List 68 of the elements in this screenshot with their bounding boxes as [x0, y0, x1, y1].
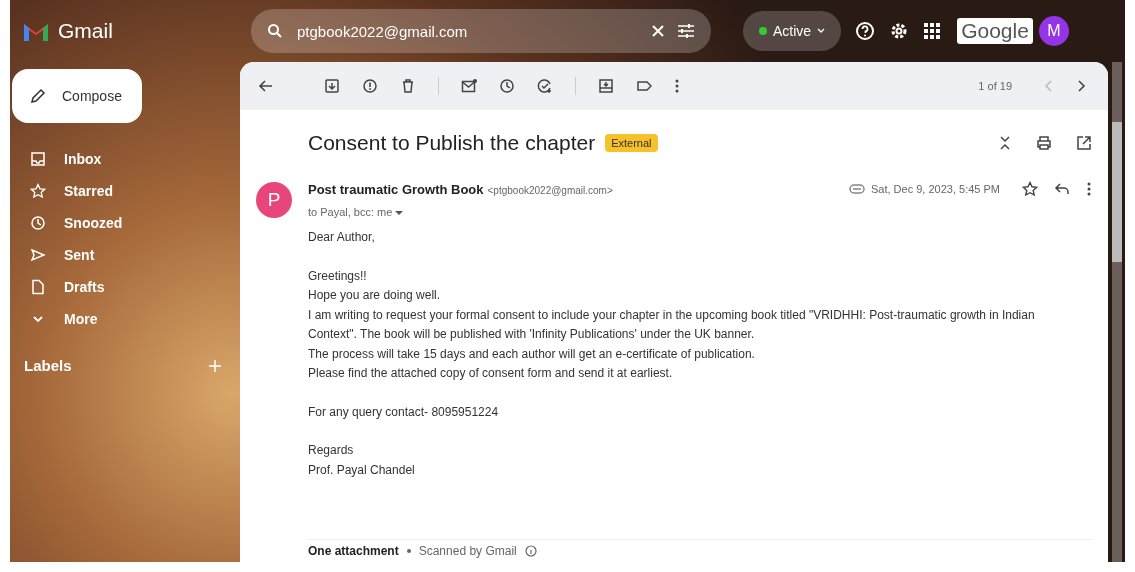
app-name: Gmail — [58, 19, 113, 43]
status-button[interactable]: Active — [743, 11, 842, 51]
compose-button[interactable]: Compose — [12, 69, 142, 123]
sender-email: <ptgbook2022@gmail.com> — [487, 184, 613, 196]
info-icon[interactable] — [524, 545, 537, 557]
email-body-text: Prof. Payal Chandel — [308, 461, 416, 479]
search-icon — [267, 23, 283, 39]
email-body-text: Please find the attached copy of consent form and send it at earliest. — [308, 365, 674, 382]
more-vertical-icon[interactable] — [674, 78, 680, 94]
next-chevron-icon[interactable] — [1076, 79, 1086, 93]
print-icon[interactable] — [1036, 135, 1052, 151]
email-body-text: For any query contact- 8095951224 — [308, 403, 500, 421]
search-input[interactable]: ptgbook2022@gmail.com — [295, 21, 639, 41]
clock-icon[interactable] — [499, 78, 515, 94]
pager-count: 1 of 19 — [978, 80, 1012, 92]
email-body-text: Hope you are doing well. — [308, 287, 442, 304]
account-avatar[interactable]: M — [1038, 16, 1069, 46]
status-dot — [759, 27, 767, 35]
mark-unread-icon[interactable] — [461, 78, 477, 94]
search-field[interactable]: ptgbook2022@gmail.com — [251, 9, 711, 53]
email-subject: Consent to Publish the chapter — [308, 131, 596, 155]
send-icon — [30, 247, 46, 263]
external-tag: External — [605, 134, 658, 152]
sidebar-item[interactable]: Snoozed — [10, 207, 240, 239]
labels-heading: Labels — [24, 357, 72, 374]
sidebar-item[interactable]: Inbox — [10, 143, 240, 175]
recipients-dropdown[interactable]: to Payal, bcc: me — [308, 206, 404, 218]
collapse-icon[interactable] — [998, 135, 1012, 151]
move-to-icon[interactable] — [598, 78, 614, 94]
email-body-text: The process will take 15 days and each author will get an e-certificate of publication. — [308, 345, 756, 363]
email-body-text: Regards — [308, 442, 355, 459]
file-icon — [30, 279, 46, 295]
pencil-icon — [30, 88, 46, 104]
report-spam-icon[interactable] — [362, 78, 378, 94]
label-tag-icon[interactable] — [636, 78, 652, 94]
separator-dot — [406, 549, 411, 553]
archive-icon[interactable] — [324, 78, 340, 94]
email-body-text: Greetings!! — [308, 267, 368, 285]
sender-name: Post traumatic Growth Book — [308, 181, 484, 197]
scrollbar[interactable] — [1112, 62, 1122, 562]
account-brand-label: Google — [957, 18, 1033, 44]
sidebar-item[interactable]: More — [10, 303, 240, 335]
sidebar-item[interactable]: Drafts — [10, 271, 240, 303]
reply-icon[interactable] — [1054, 182, 1070, 196]
back-arrow-icon[interactable] — [258, 78, 274, 94]
sidebar-item[interactable]: Sent — [10, 239, 240, 271]
attachment-icon — [848, 184, 865, 194]
email-body-text: I am writing to request your formal consent to include your chapter in the upcoming book titled "VRIDHHI: Post-traumatic growth in Indian Context". The book will be published with 'Infinity Publications' under the UK banner. — [308, 306, 1036, 343]
clock-icon — [30, 215, 46, 231]
attachment-heading: One attachment — [308, 544, 399, 558]
more-vertical-icon[interactable] — [1086, 181, 1092, 197]
caret-icon — [817, 28, 826, 34]
sidebar-item[interactable]: Starred — [10, 175, 240, 207]
star-icon — [30, 183, 46, 199]
email-body-text: Dear Author, — [308, 229, 376, 246]
scanned-label: Scanned by Gmail — [418, 544, 517, 558]
add-task-icon[interactable] — [537, 78, 553, 94]
filter-sliders-icon[interactable] — [677, 23, 695, 39]
caret-icon — [395, 210, 404, 216]
star-icon[interactable] — [1022, 181, 1038, 197]
sender-avatar: P — [256, 182, 292, 218]
inbox-icon — [30, 151, 46, 167]
email-date: Sat, Dec 9, 2023, 5:45 PM — [870, 183, 1000, 195]
apps-grid-icon[interactable] — [923, 22, 942, 40]
close-icon[interactable] — [651, 24, 665, 38]
trash-icon[interactable] — [400, 78, 416, 94]
open-new-window-icon[interactable] — [1076, 135, 1092, 151]
help-icon[interactable] — [855, 21, 876, 41]
